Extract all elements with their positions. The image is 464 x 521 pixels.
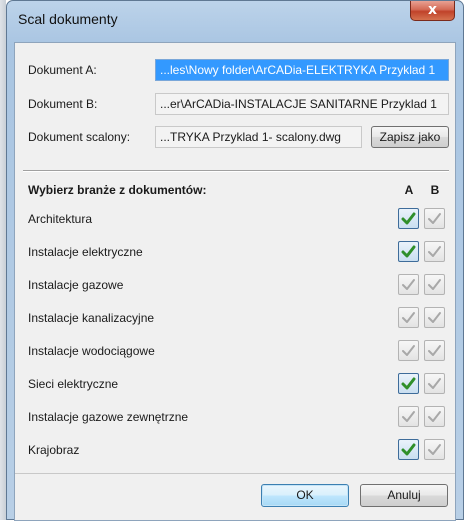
cancel-button[interactable]: Anuluj — [360, 484, 448, 507]
branch-row: Sieci elektryczne — [15, 373, 455, 395]
checkmark-disabled-icon — [402, 411, 415, 422]
branch-label: Instalacje kanalizacyjne — [28, 311, 155, 325]
branch-row: Instalacje gazowe — [15, 274, 455, 296]
branch-row: Krajobraz — [15, 439, 455, 461]
close-icon: x — [427, 2, 438, 18]
branch-label: Architektura — [28, 212, 93, 226]
section-divider — [23, 170, 449, 172]
document-b-field[interactable]: ...er\ArCADia-INSTALACJE SANITARNE Przyk… — [155, 93, 449, 115]
branch-row: Instalacje gazowe zewnętrzne — [15, 406, 455, 428]
merged-document-field[interactable]: ...TRYKA Przyklad 1- scalony.dwg — [155, 126, 362, 148]
column-a-header: A — [404, 183, 414, 197]
checkmark-disabled-icon — [428, 411, 441, 422]
ok-button[interactable]: OK — [261, 484, 349, 507]
save-as-button[interactable]: Zapisz jako — [371, 126, 449, 148]
branch-row: Instalacje wodociągowe — [15, 340, 455, 362]
branch-checkbox-a[interactable] — [398, 406, 419, 427]
document-b-label: Dokument B: — [28, 97, 98, 111]
checkmark-icon — [401, 377, 416, 390]
checkmark-disabled-icon — [428, 345, 441, 356]
branch-label: Instalacje gazowe — [28, 278, 124, 292]
checkmark-disabled-icon — [402, 279, 415, 290]
column-b-header: B — [430, 183, 440, 197]
window-title: Scal dokumenty — [18, 11, 118, 27]
branch-checkbox-a[interactable] — [398, 208, 419, 229]
branch-row: Architektura — [15, 208, 455, 230]
footer-divider — [15, 473, 455, 474]
close-button[interactable]: x — [410, 1, 455, 21]
branch-checkbox-b[interactable] — [424, 373, 445, 394]
branch-checkbox-a[interactable] — [398, 274, 419, 295]
branch-checkbox-b[interactable] — [424, 241, 445, 262]
branch-row: Instalacje kanalizacyjne — [15, 307, 455, 329]
document-a-row: Dokument A: ...les\Nowy folder\ArCADia-E… — [15, 57, 455, 83]
document-a-field[interactable]: ...les\Nowy folder\ArCADia-ELEKTRYKA Prz… — [155, 59, 449, 81]
branch-checkbox-b[interactable] — [424, 406, 445, 427]
branch-row: Instalacje elektryczne — [15, 241, 455, 263]
checkmark-disabled-icon — [428, 213, 441, 224]
checkmark-disabled-icon — [428, 279, 441, 290]
checkmark-disabled-icon — [402, 312, 415, 323]
checkmark-disabled-icon — [428, 246, 441, 257]
checkmark-disabled-icon — [402, 345, 415, 356]
dialog-window: Scal dokumenty x Dokument A: ...les\Nowy… — [6, 0, 464, 521]
branch-checkbox-a[interactable] — [398, 307, 419, 328]
branch-checkbox-a[interactable] — [398, 241, 419, 262]
branch-label: Krajobraz — [28, 443, 80, 457]
branch-checkbox-b[interactable] — [424, 274, 445, 295]
branch-label: Instalacje gazowe zewnętrzne — [28, 410, 189, 424]
branch-checkbox-b[interactable] — [424, 208, 445, 229]
checkmark-disabled-icon — [428, 378, 441, 389]
branches-header: Wybierz branże z dokumentów: — [28, 183, 207, 197]
branch-checkbox-b[interactable] — [424, 307, 445, 328]
checkmark-disabled-icon — [428, 444, 441, 455]
merged-document-label: Dokument scalony: — [28, 130, 131, 144]
branch-checkbox-b[interactable] — [424, 340, 445, 361]
checkmark-icon — [401, 245, 416, 258]
document-b-row: Dokument B: ...er\ArCADia-INSTALACJE SAN… — [15, 91, 455, 117]
branch-checkbox-a[interactable] — [398, 340, 419, 361]
merged-document-row: Dokument scalony: ...TRYKA Przyklad 1- s… — [15, 124, 455, 150]
document-a-label: Dokument A: — [28, 63, 97, 77]
dialog-client-area: Dokument A: ...les\Nowy folder\ArCADia-E… — [14, 42, 456, 521]
branch-label: Instalacje wodociągowe — [28, 344, 155, 358]
checkmark-disabled-icon — [428, 312, 441, 323]
branch-checkbox-b[interactable] — [424, 439, 445, 460]
branch-label: Instalacje elektryczne — [28, 245, 143, 259]
branch-checkbox-a[interactable] — [398, 439, 419, 460]
checkmark-icon — [401, 212, 416, 225]
branch-checkbox-a[interactable] — [398, 373, 419, 394]
checkmark-icon — [401, 443, 416, 456]
branch-label: Sieci elektryczne — [28, 377, 119, 391]
